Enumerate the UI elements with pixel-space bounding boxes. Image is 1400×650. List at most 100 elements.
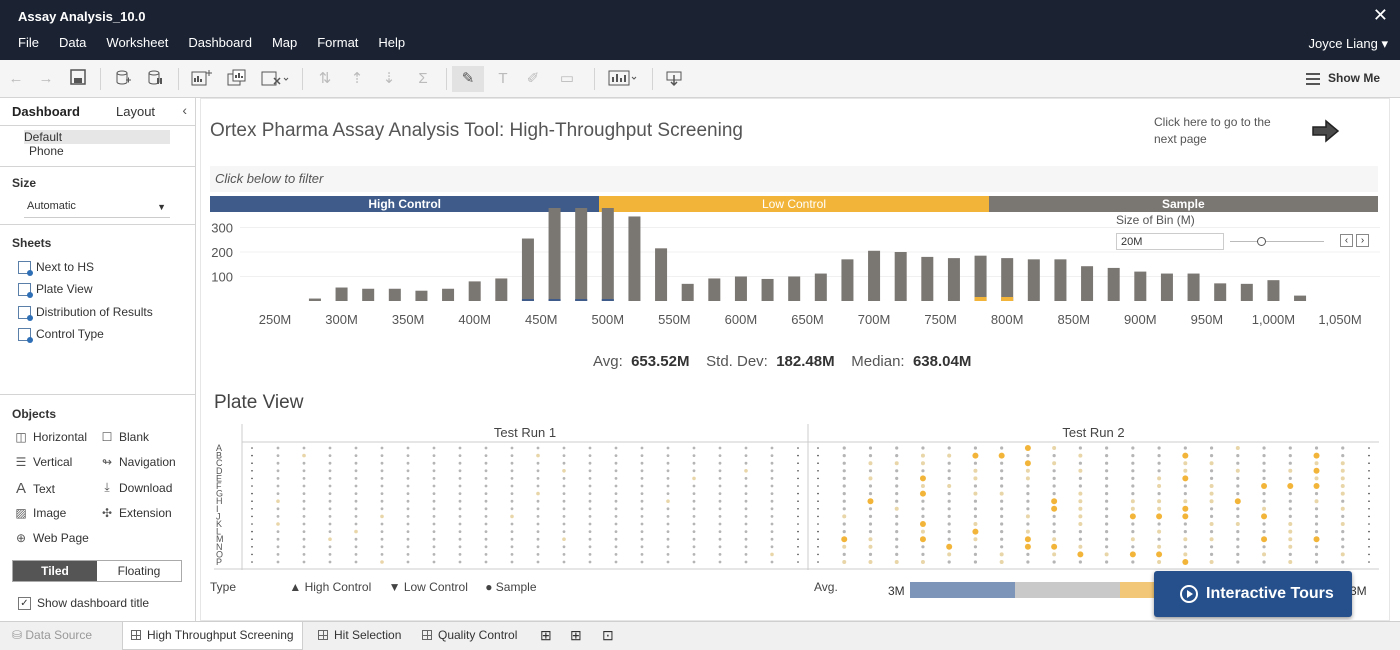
object-extension[interactable]: ✣ Extension [100,506,172,520]
layout-mode-toggle: Tiled Floating [12,560,182,582]
new-dashboard-tab-icon[interactable]: ⊞ [562,622,590,650]
save-icon[interactable] [68,69,88,89]
sheet-icon [18,260,33,276]
menu-dashboard[interactable]: Dashboard [188,35,252,50]
image-icon: ▨ [15,506,27,520]
globe-icon: ⊕ [15,531,27,545]
show-me-button[interactable]: Show Me [1305,71,1380,85]
sheet-label: Next to HS [36,260,95,274]
device-phone[interactable]: Phone [29,144,64,158]
sheet-icon [18,327,33,343]
floating-button[interactable]: Floating [97,561,181,581]
menu-worksheet[interactable]: Worksheet [106,35,168,50]
sheet-icon [18,282,33,298]
object-label: Text [33,481,56,496]
sheet-next-to-hs[interactable]: Next to HS [18,260,95,276]
sheets-heading: Sheets [12,236,52,250]
sheet-icon [18,305,33,321]
show-me-icon [1305,72,1320,85]
size-dropdown[interactable]: Automatic ▼ [24,200,170,218]
pause-updates-icon[interactable] [144,69,166,89]
new-worksheet-icon[interactable] [190,69,214,89]
sort-ascending-icon[interactable]: ⇡ [346,69,368,89]
sheet-tab-bar: ⛁ Data Source High Throughput Screening … [0,621,1400,650]
tiled-button[interactable]: Tiled [13,561,97,581]
tab-label: High Throughput Screening [147,628,294,642]
object-label: Download [119,480,173,495]
new-worksheet-tab-icon[interactable]: ⊞ [532,622,560,650]
object-blank[interactable]: ☐ Blank [100,430,149,444]
menu-map[interactable]: Map [272,35,297,50]
redo-icon[interactable]: → [38,69,54,89]
swap-icon[interactable]: ⇅ [314,69,336,89]
menu-format[interactable]: Format [317,35,358,50]
horizontal-icon: ◫ [15,430,27,444]
tab-label: Data Source [25,628,93,642]
sheet-label: Distribution of Results [36,305,153,319]
show-me-label: Show Me [1327,71,1380,85]
menu-help[interactable]: Help [378,35,405,50]
dashboard-icon [318,630,328,640]
sort-descending-icon[interactable]: ⇣ [378,69,400,89]
share-icon[interactable] [664,69,684,89]
totals-icon[interactable]: Σ [410,69,436,89]
close-icon[interactable]: ✕ [1373,5,1388,26]
blank-icon: ☐ [101,430,113,444]
highlight-icon[interactable]: ✎ [452,66,484,92]
sheet-distribution[interactable]: Distribution of Results [18,305,153,321]
user-menu[interactable]: Joyce Liang ▾ [1308,36,1388,52]
tab-dashboard[interactable]: Dashboard [12,104,80,119]
clear-sheet-icon[interactable] [260,69,290,89]
object-vertical[interactable]: ☰ Vertical [14,455,73,469]
object-image[interactable]: ▨ Image [14,506,66,520]
format-icon[interactable]: ✐ [522,69,544,89]
toolbar: ← → ⇅ ⇡ ⇣ Σ ✎ T ✐ ▭ Show Me [0,60,1400,98]
checkbox-checked-icon[interactable]: ✓ [18,596,31,610]
presentation-icon[interactable] [606,69,640,89]
tab-data-source[interactable]: ⛁ Data Source [4,622,100,650]
duplicate-icon[interactable] [226,69,250,89]
fit-icon[interactable]: ▭ [552,69,582,89]
object-text[interactable]: A Text [14,480,55,497]
dashboard-icon [422,630,432,640]
show-title-option[interactable]: ✓ Show dashboard title [18,596,149,610]
app-title: Assay Analysis_10.0 [18,9,146,24]
tab-layout[interactable]: Layout [116,104,155,119]
tab-quality-control[interactable]: Quality Control [414,622,525,650]
extension-icon: ✣ [101,506,113,520]
object-download[interactable]: ⤓ Download [100,480,172,495]
menu-bar: File Data Worksheet Dashboard Map Format… [8,35,415,50]
object-label: Horizontal [33,430,88,444]
labels-icon[interactable]: T [492,69,514,89]
size-value: Automatic [27,200,76,212]
object-navigation[interactable]: ↬ Navigation [100,455,176,469]
object-label: Extension [119,506,172,520]
device-default[interactable]: Default [24,130,170,144]
database-icon: ⛁ [12,628,26,642]
sheet-control-type[interactable]: Control Type [18,327,104,343]
object-label: Blank [119,430,150,444]
undo-icon[interactable]: ← [8,69,24,89]
object-horizontal[interactable]: ◫ Horizontal [14,430,87,444]
object-web-page[interactable]: ⊕ Web Page [14,531,89,545]
menu-file[interactable]: File [18,35,39,50]
sheet-label: Plate View [36,282,93,296]
navigation-icon: ↬ [101,455,113,469]
object-label: Navigation [119,455,176,469]
tab-hit-selection[interactable]: Hit Selection [310,622,409,650]
new-story-tab-icon[interactable]: ⊡ [594,622,622,650]
object-label: Web Page [33,531,89,545]
text-icon: A [15,480,26,497]
object-label: Vertical [33,455,73,469]
show-title-label: Show dashboard title [37,596,150,610]
tab-label: Quality Control [438,628,518,642]
collapse-pane-icon[interactable]: ‹ [182,102,187,118]
menu-data[interactable]: Data [59,35,86,50]
dashboard-pane: Dashboard Layout ‹ Default Phone Size Au… [0,98,196,621]
dashboard-icon [131,630,141,640]
sheet-plate-view[interactable]: Plate View [18,282,93,298]
new-datasource-icon[interactable] [112,69,134,89]
sheet-label: Control Type [36,327,104,341]
tab-high-throughput-screening[interactable]: High Throughput Screening [122,622,303,650]
tab-label: Hit Selection [334,628,402,642]
